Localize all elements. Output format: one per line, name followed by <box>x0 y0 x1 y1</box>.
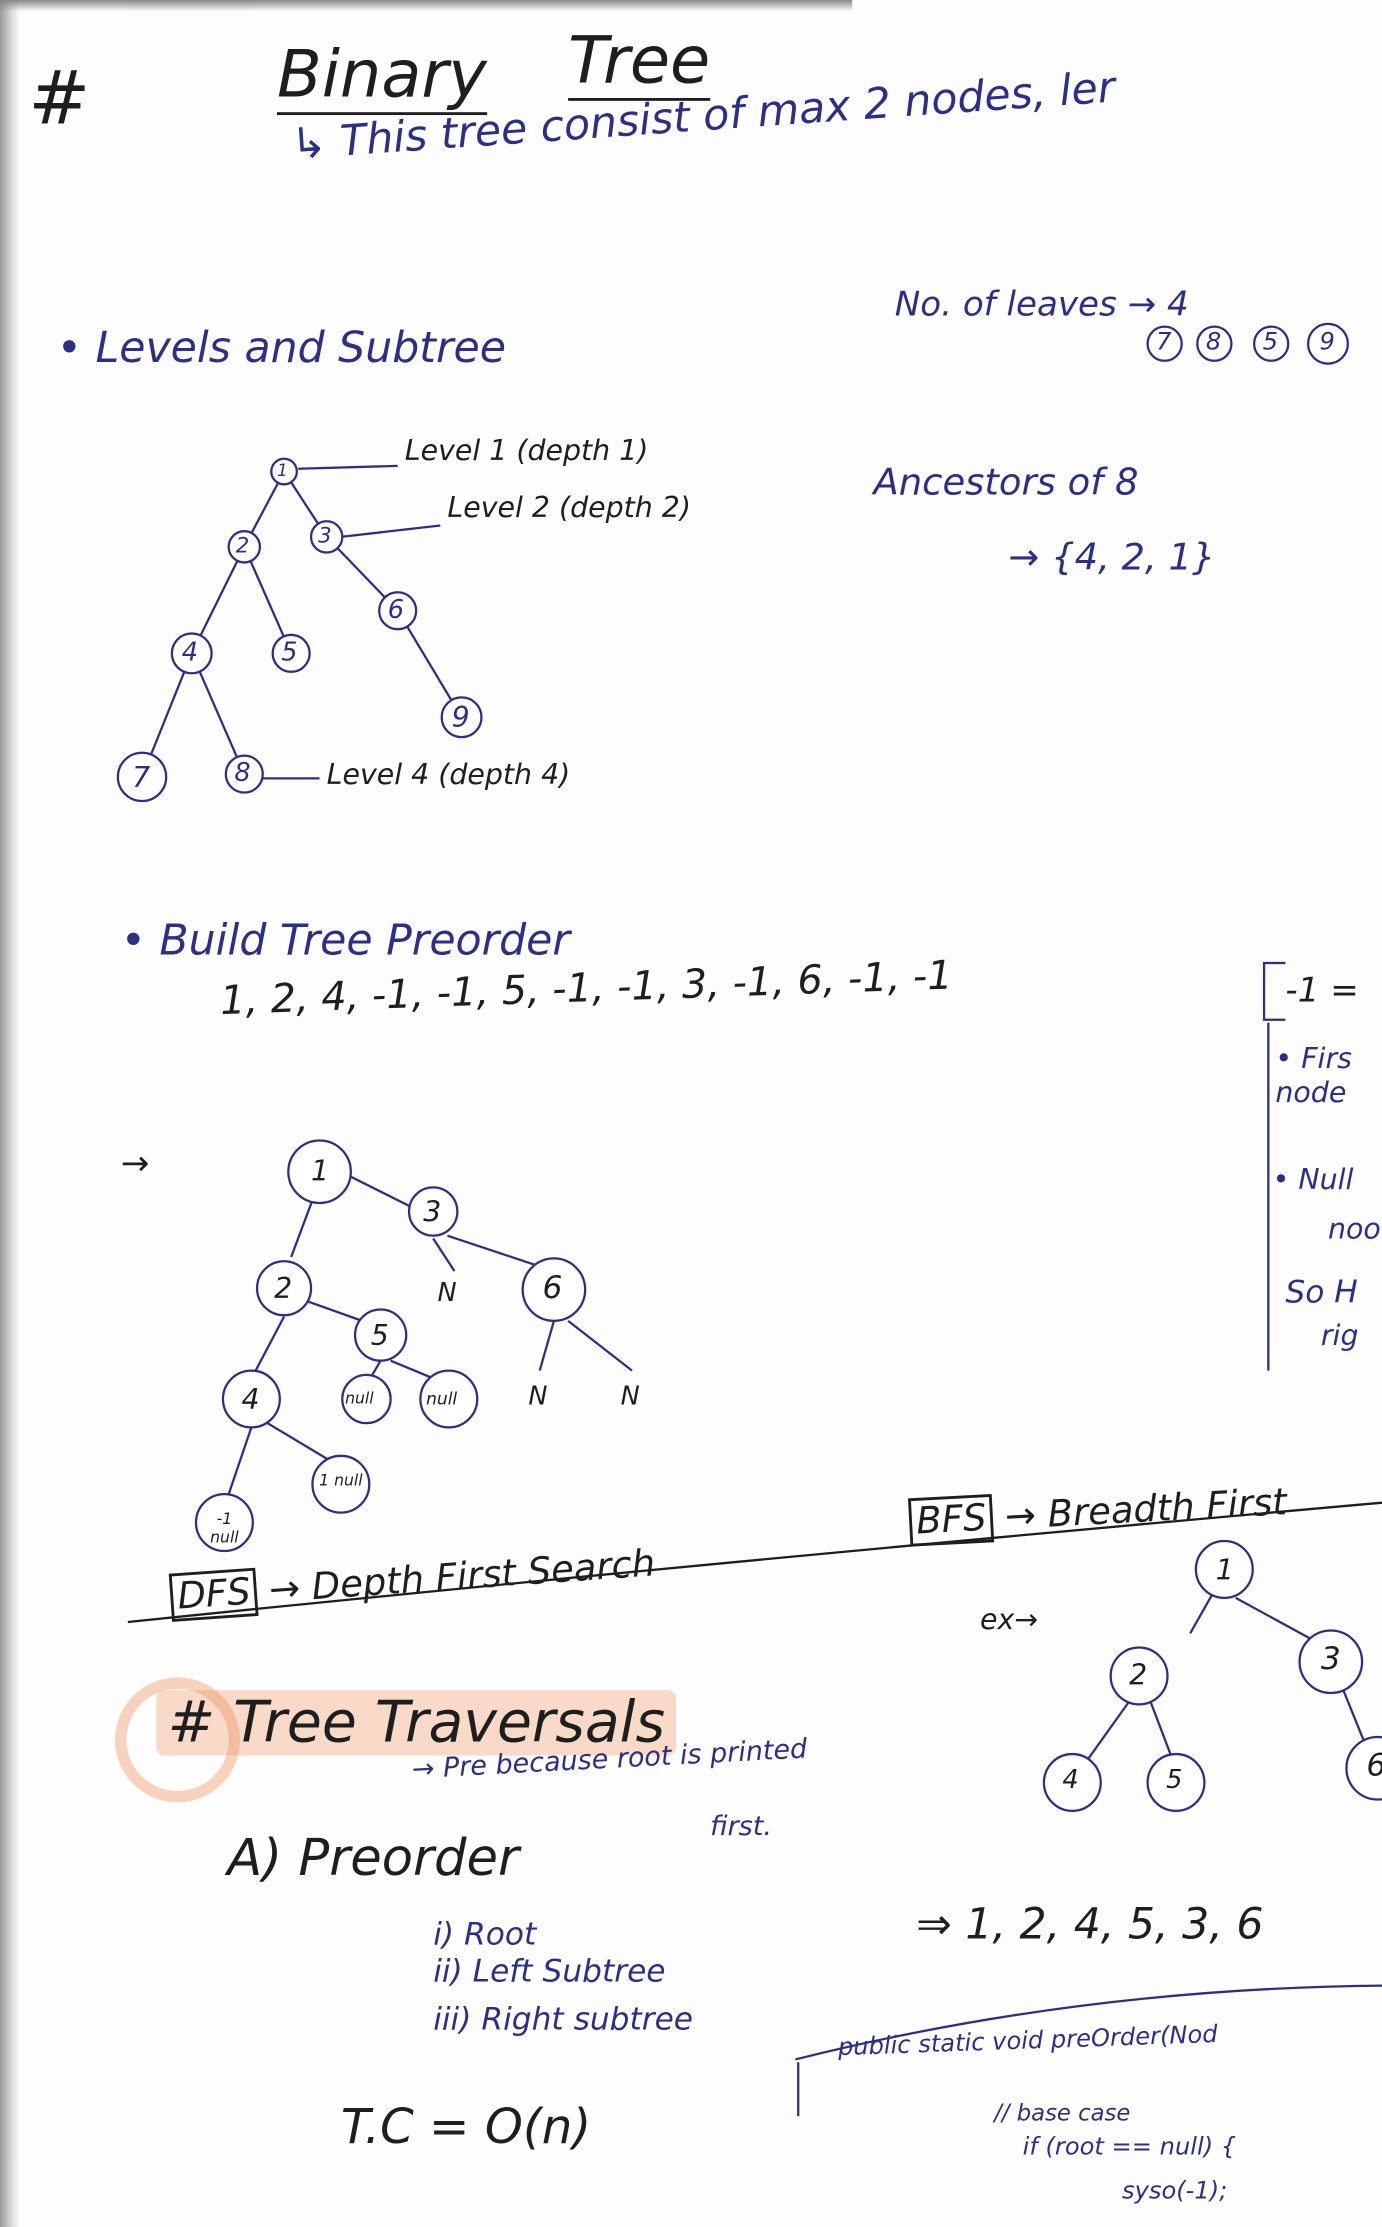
side-note-4: noo <box>1327 1211 1381 1246</box>
t1-label-5: 5 <box>281 637 298 668</box>
step-root: i) Root <box>433 1917 537 1953</box>
side-note-5: So H <box>1285 1275 1358 1311</box>
level1-label: Level 1 (depth 1) <box>404 433 649 468</box>
tree1-edges <box>140 464 463 780</box>
preorder-label: A) Preorder <box>227 1829 519 1888</box>
code-line-2: // base case <box>994 2099 1131 2127</box>
t2-label-2: 2 <box>274 1271 293 1306</box>
step-left: ii) Left Subtree <box>433 1954 666 1990</box>
ancestors-label: Ancestors of 8 <box>873 461 1139 505</box>
bfs-example-label: ex→ <box>980 1602 1039 1637</box>
build-heading: • Build Tree Preorder <box>120 916 570 966</box>
title-hash: # <box>28 56 91 143</box>
t1-label-1: 1 <box>276 460 288 481</box>
t2-label-one: 1 null <box>319 1471 363 1490</box>
t2-label-n1: N <box>437 1278 457 1309</box>
t1-label-6: 6 <box>387 595 405 625</box>
leaf-7-label: 7 <box>1156 328 1172 357</box>
t2-label-neg1: -1 null <box>210 1509 239 1547</box>
side-note-0: -1 = <box>1285 970 1359 1010</box>
build-arrow: → <box>120 1143 150 1184</box>
ancestors-value: → {4, 2, 1} <box>1008 536 1216 580</box>
t2-label-null-a: null <box>345 1389 374 1408</box>
t1-label-3: 3 <box>318 522 332 549</box>
side-note-1: • Firs <box>1275 1041 1352 1076</box>
t2-label-3: 3 <box>423 1194 442 1229</box>
code-line-4: syso(-1); <box>1122 2177 1228 2206</box>
title-tree: Tree <box>568 21 711 101</box>
t1-label-8: 8 <box>234 758 251 789</box>
notebook-page: # Binary Tree ↳ This tree consist of max… <box>0 0 1382 2227</box>
leaves-label: No. of leaves → 4 <box>894 284 1189 324</box>
leaf-5-label: 5 <box>1262 328 1279 357</box>
bfs-label-4: 4 <box>1062 1765 1079 1796</box>
t2-label-5: 5 <box>370 1318 389 1353</box>
t2-label-4: 4 <box>241 1381 260 1417</box>
t2-label-n2: N <box>528 1381 548 1412</box>
level2-label: Level 2 (depth 2) <box>447 490 691 525</box>
step-right: iii) Right subtree <box>433 2002 694 2039</box>
t1-label-4: 4 <box>181 637 199 668</box>
leaf-9-label: 9 <box>1319 328 1335 357</box>
side-note-3: • Null <box>1272 1161 1354 1196</box>
bfs-label-6: 6 <box>1366 1748 1382 1784</box>
t2-label-n3: N <box>620 1381 640 1412</box>
t2-label-6: 6 <box>542 1271 563 1307</box>
preorder-note-2: first. <box>710 1810 772 1843</box>
bfs-label-1: 1 <box>1215 1552 1234 1587</box>
bfs-label-5: 5 <box>1166 1765 1183 1796</box>
bfs-tag: BFS <box>907 1493 995 1547</box>
title-binary: Binary <box>276 36 487 116</box>
side-note-2: node <box>1275 1075 1347 1110</box>
levels-heading: • Levels and Subtree <box>56 323 506 374</box>
t1-label-7: 7 <box>132 759 151 794</box>
side-note-6: rig <box>1320 1318 1359 1353</box>
bfs-label-3: 3 <box>1320 1641 1341 1678</box>
code-line-3: if (root == null) { <box>1022 2133 1237 2162</box>
leaf-8-label: 8 <box>1205 328 1222 357</box>
dfs-tag: DFS <box>168 1567 260 1622</box>
t1-label-2: 2 <box>235 532 250 559</box>
time-complexity: T.C = O(n) <box>340 2099 592 2157</box>
t1-label-9: 9 <box>451 700 470 735</box>
level4-label: Level 4 (depth 4) <box>326 757 571 792</box>
t2-label-1: 1 <box>311 1153 330 1188</box>
preorder-result: ⇒ 1, 2, 4, 5, 3, 6 <box>916 1900 1264 1951</box>
t2-label-null-b: null <box>426 1389 458 1409</box>
bfs-label-2: 2 <box>1129 1657 1148 1692</box>
